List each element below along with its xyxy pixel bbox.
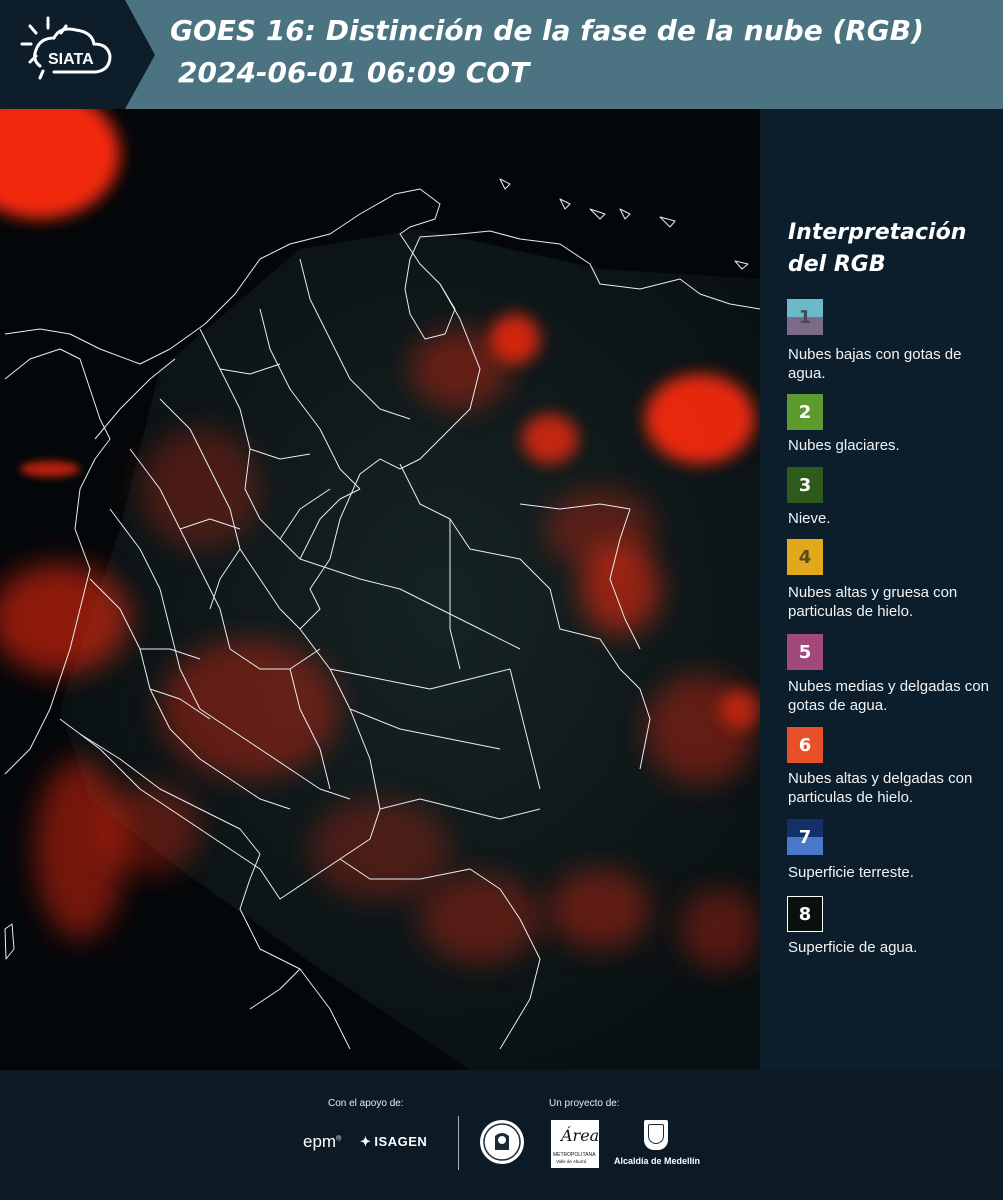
legend-swatch-8: 8 xyxy=(787,896,823,932)
legend-label-4: Nubes altas y gruesa con particulas de h… xyxy=(788,584,958,620)
project-caption: Un proyecto de: xyxy=(549,1098,620,1109)
legend-label-2: Nubes glaciares. xyxy=(788,437,900,454)
legend-label-3: Nieve. xyxy=(788,510,831,527)
area-metropolitana-logo: Área METROPOLITANA Valle de Aburrá xyxy=(551,1120,599,1168)
footer: Con el apoyo de: Un proyecto de: epm® ✦ I… xyxy=(0,1070,1003,1200)
area-logo-subtitle: METROPOLITANA xyxy=(553,1152,596,1158)
isagen-logo: ✦ ISAGEN xyxy=(360,1134,427,1150)
legend-swatch-3: 3 xyxy=(787,467,823,503)
legend-swatch-6: 6 xyxy=(787,727,823,763)
siata-logo: SIATA xyxy=(0,0,155,109)
legend-label-8: Superficie de agua. xyxy=(788,939,918,956)
header-bar: SIATA GOES 16: Distinción de la fase de … xyxy=(0,0,1003,109)
seal-logo xyxy=(478,1118,526,1166)
isagen-icon: ✦ xyxy=(360,1134,372,1149)
legend-number: 5 xyxy=(798,641,812,663)
alcaldia-logo-text: Alcaldía de Medellín xyxy=(613,1156,701,1166)
legend-swatch-4: 4 xyxy=(787,539,823,575)
legend-number: 2 xyxy=(798,401,812,423)
alcaldia-shield-icon xyxy=(644,1120,668,1150)
page-timestamp: 2024-06-01 06:09 COT xyxy=(178,56,530,89)
legend-number: 1 xyxy=(798,306,812,328)
legend-label-7: Superficie terreste. xyxy=(788,864,914,881)
legend-label-5: Nubes medias y delgadas con gotas de agu… xyxy=(788,678,989,714)
page-title: GOES 16: Distinción de la fase de la nub… xyxy=(170,14,924,47)
legend-panel: Interpretación del RGB 1 Nubes bajas con … xyxy=(760,109,1003,1070)
legend-number: 3 xyxy=(798,474,812,496)
legend-swatch-5: 5 xyxy=(787,634,823,670)
legend-swatch-1: 1 xyxy=(787,299,823,335)
support-caption: Con el apoyo de: xyxy=(328,1098,404,1109)
area-logo-title: Área xyxy=(561,1126,600,1145)
legend-label-1: Nubes bajas con gotas de agua. xyxy=(788,346,962,382)
legend-number: 4 xyxy=(798,546,812,568)
legend-number: 8 xyxy=(798,903,812,925)
isagen-logo-text: ISAGEN xyxy=(374,1134,428,1149)
satellite-map[interactable] xyxy=(0,109,760,1070)
legend-title: Interpretación del RGB xyxy=(788,220,967,277)
area-logo-subtitle2: Valle de Aburrá xyxy=(556,1159,587,1164)
siata-logo-text: SIATA xyxy=(48,51,94,68)
epm-logo: epm® xyxy=(303,1132,342,1151)
legend-swatch-2: 2 xyxy=(787,394,823,430)
legend-label-6: Nubes altas y delgadas con particulas de… xyxy=(788,770,973,806)
legend-number: 6 xyxy=(798,734,812,756)
legend-number: 7 xyxy=(798,826,812,848)
alcaldia-logo: Alcaldía de Medellín xyxy=(612,1116,702,1176)
footer-divider xyxy=(458,1116,459,1170)
epm-logo-text: epm xyxy=(303,1132,337,1151)
legend-swatch-7: 7 xyxy=(787,819,823,855)
